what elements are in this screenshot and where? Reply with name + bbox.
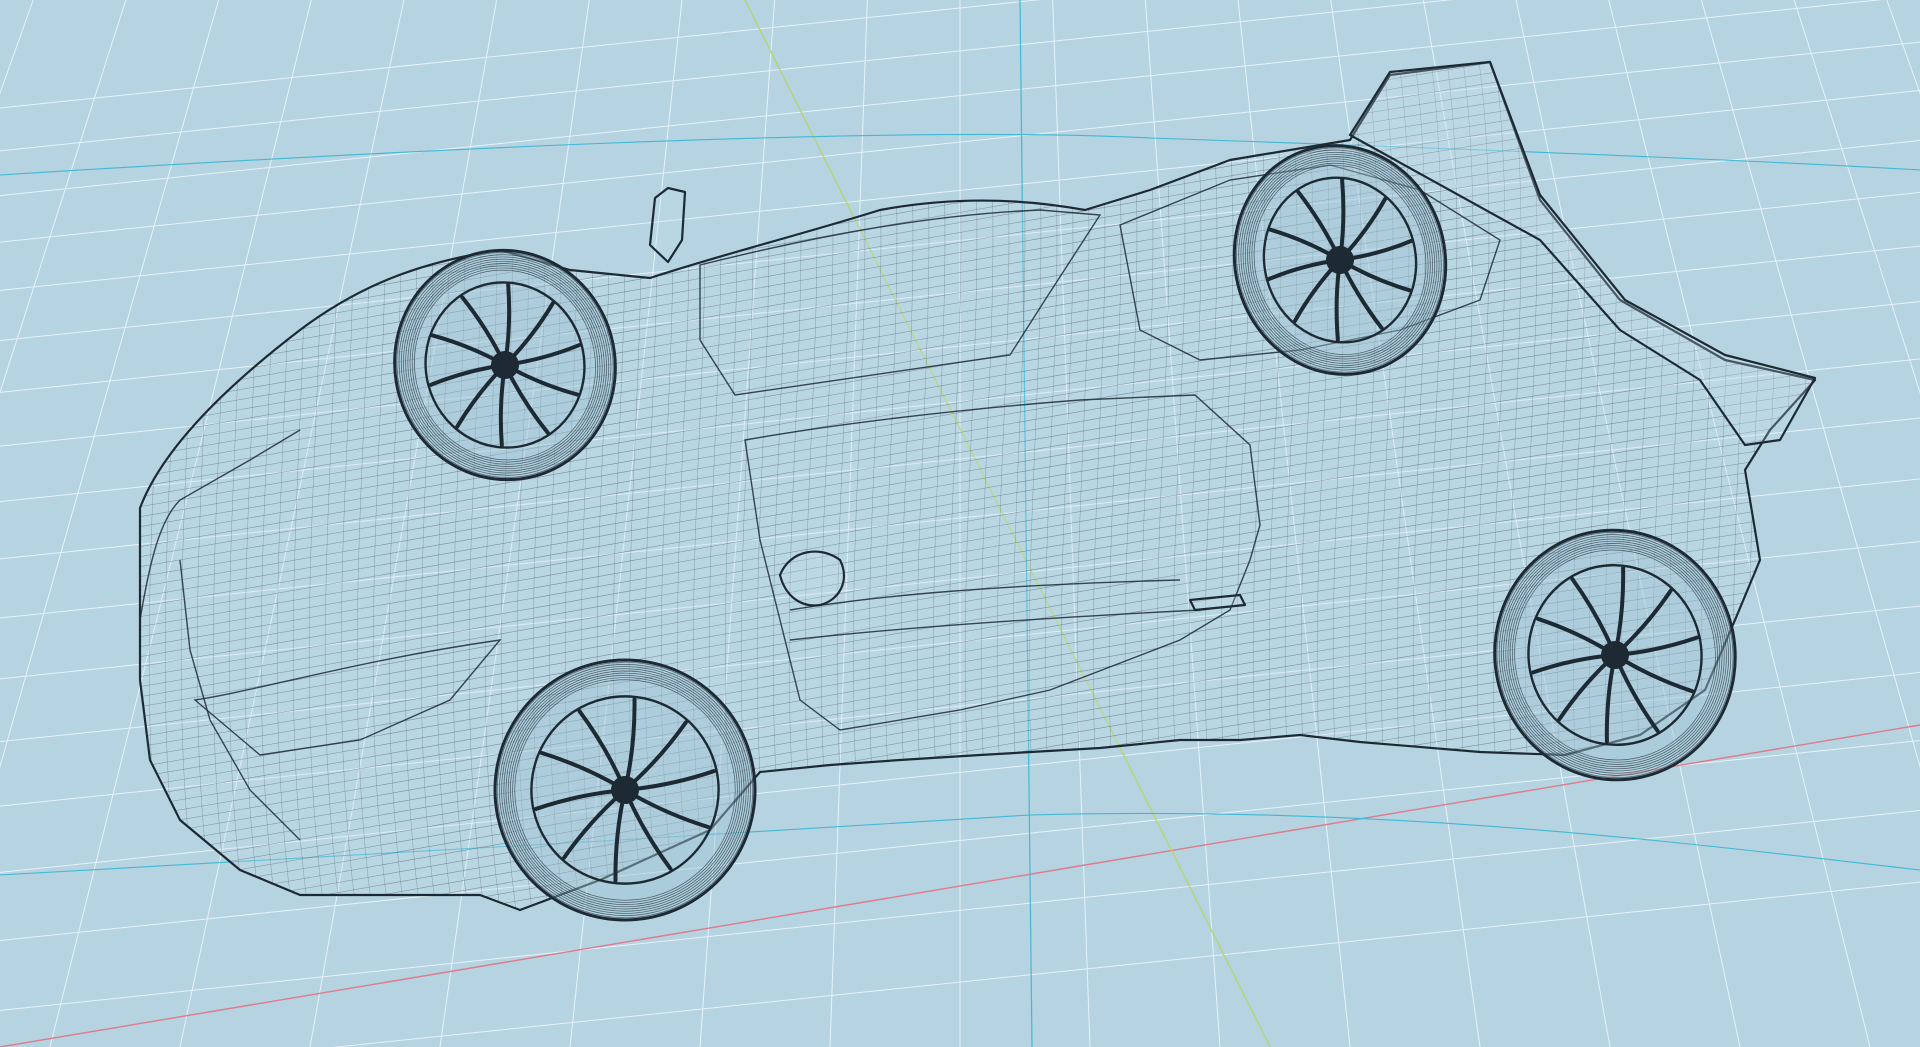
grid-line xyxy=(1886,0,1920,95)
mesh-line xyxy=(1763,62,1785,910)
3d-viewport[interactable] xyxy=(0,0,1920,1047)
mesh-line xyxy=(140,62,1815,221)
car-body-outline xyxy=(138,60,1817,912)
mesh-line xyxy=(140,62,1815,231)
mesh-line xyxy=(140,62,1815,201)
mesh-line xyxy=(1828,40,1848,940)
mesh-line xyxy=(140,62,1815,161)
side-mirror[interactable] xyxy=(648,186,687,264)
mesh-line xyxy=(1779,62,1801,910)
mesh-line xyxy=(140,62,1815,171)
grid-line xyxy=(0,0,127,395)
mesh-line xyxy=(1844,40,1864,940)
car-wireframe-model[interactable] xyxy=(100,0,1864,1047)
grid-line xyxy=(1793,0,1920,395)
grid-line xyxy=(0,0,34,95)
mesh-line xyxy=(116,40,136,940)
viewport-canvas[interactable] xyxy=(0,0,1920,1047)
mesh-line xyxy=(140,62,1815,191)
